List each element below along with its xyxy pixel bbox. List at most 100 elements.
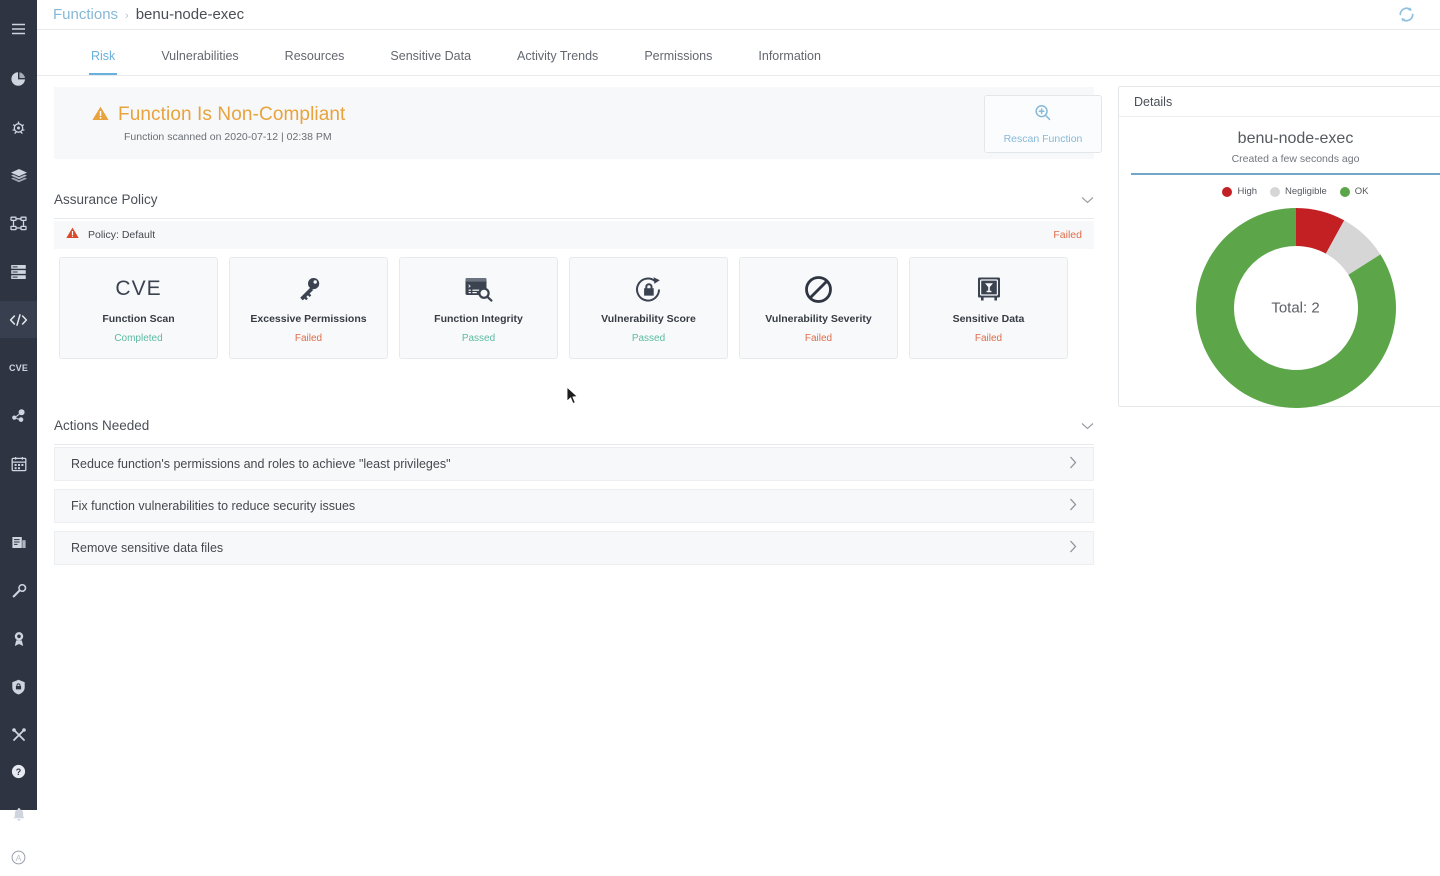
dashboard-pie-icon[interactable] [0, 61, 37, 98]
compliance-title-row: Function Is Non-Compliant [92, 104, 345, 126]
policy-label: Policy: Default [88, 229, 155, 241]
details-heading: Details [1134, 95, 1172, 109]
control-card-sensitive-data[interactable]: Sensitive Data Failed [909, 257, 1068, 359]
report-icon[interactable] [0, 524, 37, 561]
control-card-excessive-permissions[interactable]: Excessive Permissions Failed [229, 257, 388, 359]
control-card-function-scan[interactable]: CVE Function Scan Completed [59, 257, 218, 359]
wrench-icon[interactable] [0, 572, 37, 609]
cve-icon: CVE [115, 272, 161, 306]
action-label: Remove sensitive data files [71, 541, 223, 555]
breadcrumb: Functions › benu-node-exec [53, 6, 244, 23]
details-panel: Details benu-node-exec Created a few sec… [1118, 86, 1440, 407]
tab-bar: Risk Vulnerabilities Resources Sensitive… [37, 30, 1440, 76]
layers-icon[interactable] [0, 157, 37, 194]
control-card-name: Vulnerability Score [601, 313, 696, 325]
action-row[interactable]: Reduce function's permissions and roles … [54, 447, 1094, 481]
legend-swatch-ok [1340, 187, 1350, 197]
shield-icon[interactable] [0, 668, 37, 705]
prohibition-icon [804, 272, 833, 306]
server-icon[interactable] [0, 253, 37, 290]
account-avatar[interactable]: A [0, 839, 37, 876]
left-nav-rail: CVE [0, 0, 37, 810]
details-accent-rule [1131, 173, 1440, 175]
control-card-name: Function Integrity [434, 313, 523, 325]
control-card-status: Passed [462, 333, 495, 344]
actions-needed-heading: Actions Needed [54, 418, 149, 433]
code-icon[interactable] [0, 301, 37, 338]
control-card-name: Function Scan [102, 313, 174, 325]
chevron-down-icon[interactable] [1081, 420, 1094, 432]
tab-information[interactable]: Information [758, 49, 821, 75]
top-bar: Functions › benu-node-exec [37, 0, 1440, 30]
control-card-status: Failed [975, 333, 1002, 344]
tab-permissions[interactable]: Permissions [644, 49, 712, 75]
tab-resources[interactable]: Resources [285, 49, 345, 75]
actions-needed-list: Reduce function's permissions and roles … [54, 447, 1094, 573]
details-created-time: Created a few seconds ago [1119, 153, 1440, 165]
pipeline-icon[interactable] [0, 205, 37, 242]
cve-icon[interactable]: CVE [0, 349, 37, 386]
menu-icon[interactable] [0, 10, 37, 47]
policy-status-badge: Failed [1053, 229, 1082, 241]
action-row[interactable]: Fix function vulnerabilities to reduce s… [54, 489, 1094, 523]
badge-icon[interactable] [0, 620, 37, 657]
help-icon[interactable]: ? [0, 753, 37, 790]
control-card-status: Failed [295, 333, 322, 344]
tab-sensitive-data[interactable]: Sensitive Data [390, 49, 471, 75]
cve-glyph: CVE [115, 277, 161, 301]
alert-triangle-icon [66, 226, 79, 244]
action-label: Fix function vulnerabilities to reduce s… [71, 499, 355, 513]
tab-risk[interactable]: Risk [91, 49, 115, 75]
legend-item-ok[interactable]: OK [1340, 186, 1369, 197]
legend-swatch-high [1222, 187, 1232, 197]
breadcrumb-current: benu-node-exec [136, 6, 244, 23]
control-card-status: Passed [632, 333, 665, 344]
donut-legend: High Negligible OK [1119, 186, 1440, 197]
legend-label-high: High [1237, 186, 1257, 197]
chevron-right-icon[interactable] [1069, 456, 1077, 472]
donut-total-label: Total: 2 [1186, 300, 1406, 317]
cve-label: CVE [9, 363, 28, 373]
magnifier-plus-icon [1033, 103, 1053, 128]
tab-activity-trends[interactable]: Activity Trends [517, 49, 598, 75]
calendar-icon[interactable] [0, 445, 37, 482]
safe-vault-icon [975, 272, 1003, 306]
control-card-name: Excessive Permissions [250, 313, 366, 325]
svg-text:A: A [16, 853, 22, 863]
main-content: Function Is Non-Compliant Function scann… [37, 77, 1440, 810]
rescan-function-label: Rescan Function [1004, 133, 1083, 145]
details-panel-header: Details [1119, 87, 1440, 117]
chevron-down-icon[interactable] [1081, 194, 1094, 206]
page-title: Function Is Non-Compliant [118, 104, 345, 126]
legend-label-negligible: Negligible [1285, 186, 1327, 197]
control-card-function-integrity[interactable]: Function Integrity Passed [399, 257, 558, 359]
assurance-control-cards: CVE Function Scan Completed Excessive Pe… [59, 257, 1089, 359]
action-row[interactable]: Remove sensitive data files [54, 531, 1094, 565]
severity-donut-chart: Total: 2 [1186, 203, 1406, 413]
breadcrumb-separator: › [125, 10, 129, 22]
control-card-status: Completed [114, 333, 162, 344]
chevron-right-icon[interactable] [1069, 540, 1077, 556]
tab-vulnerabilities[interactable]: Vulnerabilities [161, 49, 238, 75]
chevron-right-icon[interactable] [1069, 498, 1077, 514]
bell-icon[interactable] [0, 796, 37, 833]
rescan-function-button[interactable]: Rescan Function [984, 95, 1102, 153]
control-card-name: Sensitive Data [953, 313, 1025, 325]
legend-item-high[interactable]: High [1222, 186, 1257, 197]
refresh-icon[interactable] [1395, 4, 1417, 26]
warning-triangle-icon [92, 105, 109, 127]
control-card-status: Failed [805, 333, 832, 344]
control-card-vulnerability-severity[interactable]: Vulnerability Severity Failed [739, 257, 898, 359]
legend-item-negligible[interactable]: Negligible [1270, 186, 1327, 197]
bug-gear-icon[interactable] [0, 109, 37, 146]
assurance-policy-heading: Assurance Policy [54, 192, 158, 207]
scan-timestamp: Function scanned on 2020-07-12 | 02:38 P… [124, 131, 345, 143]
control-card-vulnerability-score[interactable]: Vulnerability Score Passed [569, 257, 728, 359]
policy-status-row: Policy: Default Failed [54, 221, 1094, 249]
svg-text:?: ? [16, 767, 22, 777]
legend-label-ok: OK [1355, 186, 1369, 197]
breadcrumb-functions-link[interactable]: Functions [53, 6, 118, 23]
nodes-icon[interactable] [0, 397, 37, 434]
lock-refresh-icon [634, 272, 664, 306]
tools-icon[interactable] [0, 716, 37, 753]
